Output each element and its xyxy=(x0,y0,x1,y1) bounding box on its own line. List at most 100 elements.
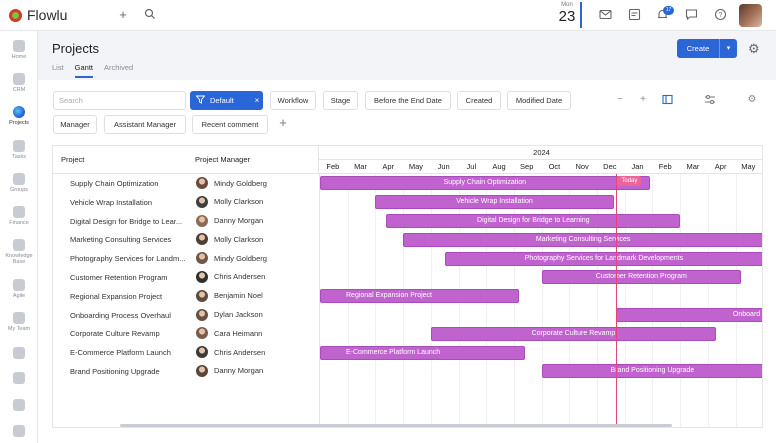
project-name[interactable]: Brand Positioning Upgrade xyxy=(70,367,192,376)
search-icon[interactable] xyxy=(143,8,157,22)
month-label: Feb xyxy=(658,162,672,171)
zoom-out-icon[interactable]: − xyxy=(614,94,626,106)
filter-chip-manager[interactable]: Manager xyxy=(53,115,97,134)
sidebar-item-label: CRM xyxy=(12,87,26,93)
month-label: Jun xyxy=(437,162,450,171)
tab-gantt[interactable]: Gantt xyxy=(74,63,94,78)
columns-view-icon[interactable] xyxy=(661,94,673,109)
manager-name: Molly Clarkson xyxy=(214,197,264,207)
sidebar-item-agile[interactable]: Agile xyxy=(0,279,38,299)
filter-chip-workflow[interactable]: Workflow xyxy=(270,91,316,110)
gantt-bar[interactable]: Vehicle Wrap Installation xyxy=(375,195,614,210)
gantt-bar[interactable]: Onboard xyxy=(616,307,762,322)
filter-chip-created[interactable]: Created xyxy=(457,91,501,110)
avatar xyxy=(196,195,208,208)
add-icon[interactable]: + xyxy=(116,8,130,22)
sidebar-item-extra-1[interactable] xyxy=(0,347,38,359)
project-name[interactable]: Vehicle Wrap Installation xyxy=(70,198,192,207)
notes-icon[interactable] xyxy=(627,8,641,22)
sidebar-item-extra-2[interactable] xyxy=(0,372,38,384)
calendar-date[interactable]: Mon 23 xyxy=(554,2,582,28)
search-input[interactable]: Search xyxy=(53,91,186,110)
today-marker-label: Today xyxy=(617,176,642,186)
gantt-bar[interactable]: Marketing Consulting Services xyxy=(403,232,762,247)
tab-archived[interactable]: Archived xyxy=(104,63,133,78)
sidebar-item-extra-3[interactable] xyxy=(0,399,38,411)
project-name[interactable]: Digital Design for Bridge to Lear... xyxy=(70,217,192,226)
gantt-bar[interactable]: Corporate Culture Revamp xyxy=(430,326,717,341)
gantt-bar[interactable]: Supply Chain Optimization xyxy=(320,176,650,191)
sidebar-item-knowledge-base[interactable]: Knowledge Base xyxy=(0,239,38,265)
add-filter-icon[interactable]: + xyxy=(277,116,289,129)
gantt-bar[interactable]: E-Commerce Platform Launch xyxy=(320,345,525,360)
zoom-in-icon[interactable]: + xyxy=(637,94,649,106)
app-logo[interactable]: Flowlu xyxy=(9,7,67,23)
app-name: Flowlu xyxy=(27,7,68,23)
tab-list[interactable]: List xyxy=(52,63,64,78)
settings-icon[interactable]: ⚙ xyxy=(746,94,758,106)
gantt-bar[interactable]: Photography Services for Landmark Develo… xyxy=(444,251,762,266)
project-name[interactable]: Onboarding Process Overhaul xyxy=(70,311,192,320)
avatar xyxy=(196,233,208,246)
mail-icon[interactable] xyxy=(598,8,612,22)
gantt-bar[interactable]: Regional Expansion Project xyxy=(320,289,520,304)
project-name[interactable]: Supply Chain Optimization xyxy=(70,179,192,188)
avatar xyxy=(196,177,208,189)
filter-chip-assistant-manager[interactable]: Assistant Manager xyxy=(104,115,186,134)
avatar xyxy=(196,364,208,377)
create-button-label: Create xyxy=(686,44,710,53)
avatar xyxy=(196,214,208,227)
sidebar-item-tasks[interactable]: Tasks xyxy=(0,140,38,160)
sidebar-item-extra-4[interactable] xyxy=(0,425,38,437)
manager-name: Danny Morgan xyxy=(214,216,264,226)
sidebar-item-my-team[interactable]: My Team xyxy=(0,312,38,332)
month-label: Mar xyxy=(354,162,367,171)
filter-chip-modified-date[interactable]: Modified Date xyxy=(507,91,571,110)
sidebar-item-projects[interactable]: Projects xyxy=(0,106,38,126)
sidebar-item-finance[interactable]: Finance xyxy=(0,206,38,226)
month-label: Sep xyxy=(520,162,534,171)
sidebar-item-label: My Team xyxy=(7,326,31,332)
sidebar-item-home[interactable]: Home xyxy=(0,40,38,60)
create-button[interactable]: Create ▾ xyxy=(677,39,737,58)
sliders-icon[interactable] xyxy=(704,94,716,109)
chevron-down-icon[interactable]: ▾ xyxy=(719,39,737,58)
help-icon[interactable]: ? xyxy=(713,8,727,22)
filter-chip-stage[interactable]: Stage xyxy=(323,91,358,110)
project-name[interactable]: Corporate Culture Revamp xyxy=(70,329,192,338)
sidebar-item-crm[interactable]: CRM xyxy=(0,73,38,93)
filter-chip-recent-comment[interactable]: Recent comment xyxy=(192,115,268,134)
project-manager: Chris Andersen xyxy=(196,346,265,359)
active-filter-chip[interactable]: Default × xyxy=(190,91,263,110)
gantt-bar[interactable]: Brand Positioning Upgrade xyxy=(541,364,762,379)
close-icon[interactable]: × xyxy=(251,96,263,105)
sidebar-item-groups[interactable]: Groups xyxy=(0,173,38,193)
filter-chip-before-end-date[interactable]: Before the End Date xyxy=(365,91,451,110)
project-name[interactable]: Marketing Consulting Services xyxy=(70,235,192,244)
month-label: Oct xyxy=(548,162,561,171)
column-header-manager[interactable]: Project Manager xyxy=(195,155,250,164)
project-name[interactable]: Customer Retention Program xyxy=(70,273,192,282)
manager-name: Molly Clarkson xyxy=(214,234,264,244)
month-label: Nov xyxy=(575,162,589,171)
month-label: Mar xyxy=(686,162,700,171)
column-header-project[interactable]: Project xyxy=(61,155,84,164)
svg-text:?: ? xyxy=(718,12,722,19)
horizontal-scrollbar[interactable] xyxy=(120,424,672,427)
project-manager: Danny Morgan xyxy=(196,214,264,227)
gear-icon[interactable]: ⚙ xyxy=(748,41,760,57)
project-manager: Chris Andersen xyxy=(196,270,265,283)
chat-icon[interactable] xyxy=(684,8,698,22)
user-avatar[interactable] xyxy=(739,4,762,27)
finance-icon xyxy=(13,206,25,218)
gantt-bar[interactable]: Digital Design for Bridge to Learning xyxy=(386,213,681,228)
project-manager: Dylan Jackson xyxy=(196,308,263,321)
timeline-year: 2024 xyxy=(319,146,762,160)
project-name[interactable]: Regional Expansion Project xyxy=(70,292,192,301)
project-name[interactable]: Photography Services for Landm... xyxy=(70,254,192,263)
timeline-months: Feb Mar Apr May Jun Jul Aug Sep Oct Nov Dec Jan Feb M… xyxy=(319,160,762,174)
project-name[interactable]: E-Commerce Platform Launch xyxy=(70,348,192,357)
avatar xyxy=(196,327,208,340)
gantt-left-header: Project Project Manager xyxy=(53,146,319,174)
gantt-bar[interactable]: Customer Retention Program xyxy=(541,270,742,285)
